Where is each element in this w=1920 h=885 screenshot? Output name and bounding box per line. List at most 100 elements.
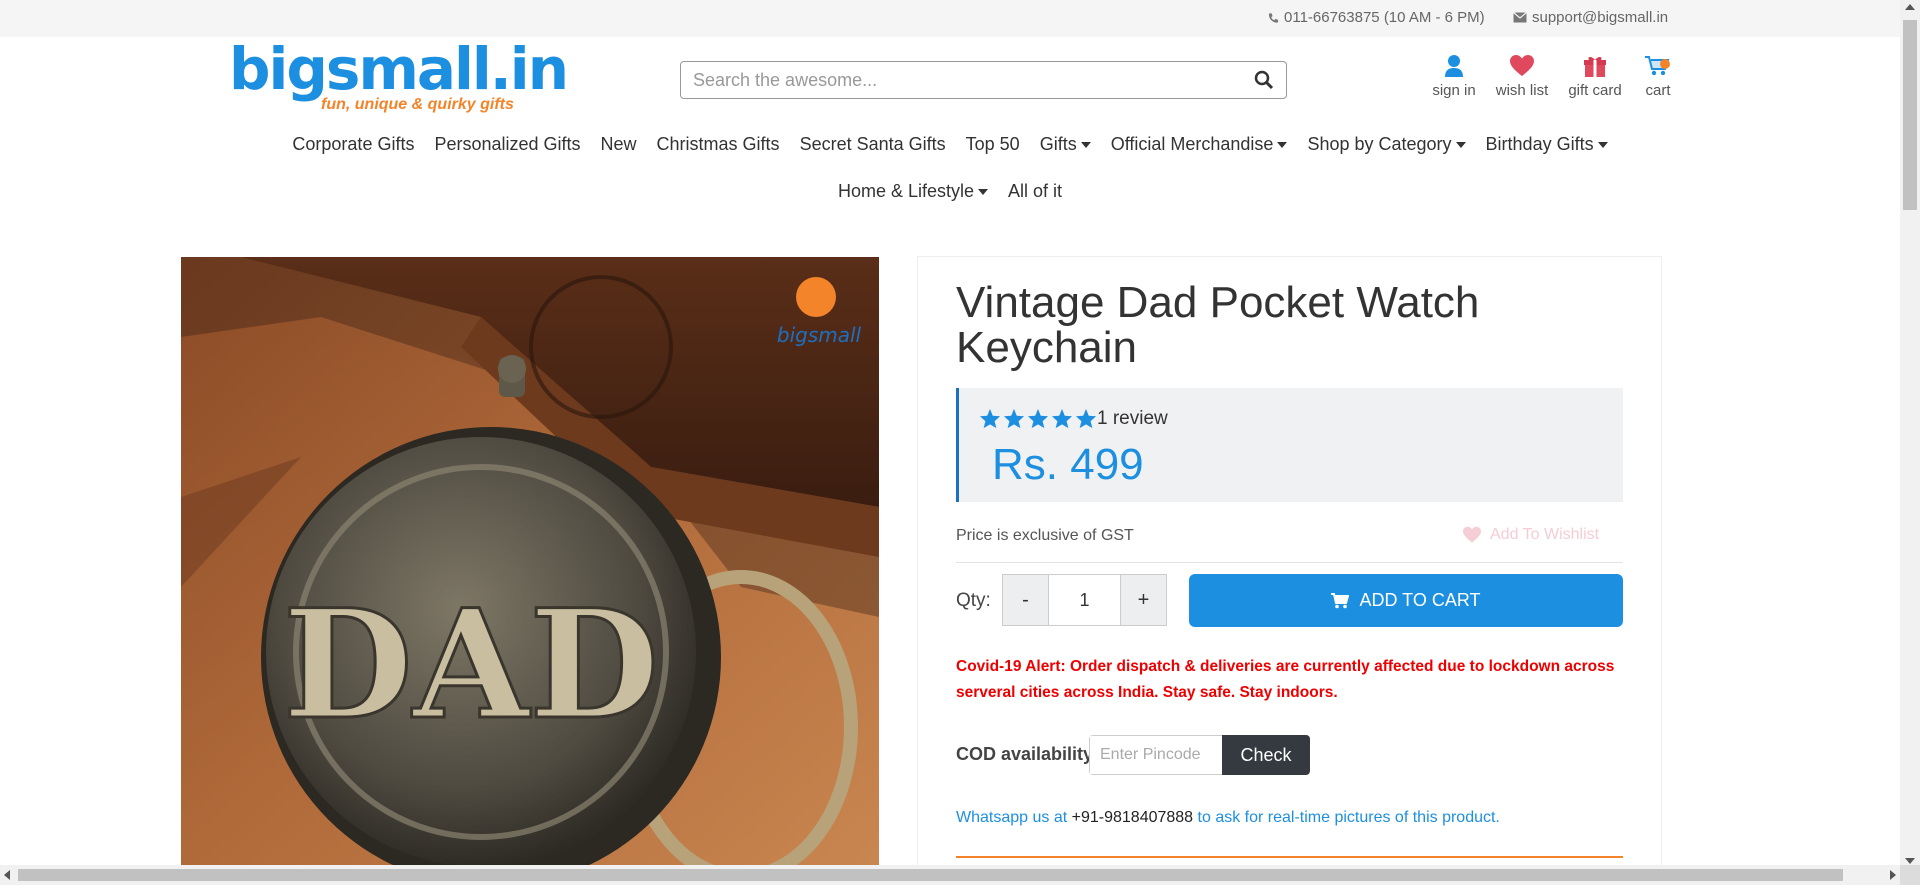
mail-icon bbox=[1513, 12, 1527, 23]
wishlist-link[interactable]: wish list bbox=[1487, 54, 1557, 99]
nav-label: All of it bbox=[1008, 181, 1063, 201]
email-contact[interactable]: support@bigsmall.in bbox=[1513, 9, 1668, 26]
nav-corporate-gifts[interactable]: Corporate Gifts bbox=[282, 134, 424, 155]
review-count-link[interactable]: 1 review bbox=[1097, 408, 1168, 430]
horizontal-scroll-thumb[interactable] bbox=[18, 869, 1843, 881]
star-icon bbox=[1003, 408, 1025, 429]
star-icon bbox=[1075, 408, 1097, 429]
vertical-scrollbar[interactable] bbox=[1900, 0, 1920, 868]
nav-all-of-it[interactable]: All of it bbox=[998, 181, 1072, 202]
nav-official-merchandise[interactable]: Official Merchandise bbox=[1101, 134, 1298, 155]
cart-icon bbox=[1331, 592, 1350, 608]
nav-label: Top 50 bbox=[965, 134, 1020, 154]
heart-icon bbox=[1463, 526, 1481, 543]
main-nav-row-2: Home & Lifestyle All of it bbox=[0, 181, 1900, 202]
horizontal-scrollbar[interactable] bbox=[0, 865, 1900, 885]
caret-down-icon bbox=[1597, 141, 1608, 148]
nav-label: Corporate Gifts bbox=[292, 134, 415, 154]
nav-label: Christmas Gifts bbox=[656, 134, 780, 154]
section-divider bbox=[956, 856, 1623, 858]
qty-input[interactable]: 1 bbox=[1048, 575, 1121, 625]
add-to-cart-label: ADD TO CART bbox=[1359, 590, 1481, 610]
add-to-cart-button[interactable]: ADD TO CART bbox=[1189, 574, 1623, 627]
nav-shop-by-category[interactable]: Shop by Category bbox=[1297, 134, 1475, 155]
nav-home-lifestyle[interactable]: Home & Lifestyle bbox=[828, 181, 998, 202]
top-bar: 011-66763875 (10 AM - 6 PM) support@bigs… bbox=[0, 0, 1900, 37]
search-box bbox=[680, 61, 1287, 99]
nav-label: Personalized Gifts bbox=[434, 134, 581, 154]
nav-label: Gifts bbox=[1039, 134, 1077, 154]
heart-icon bbox=[1510, 55, 1534, 76]
gift-icon bbox=[1584, 56, 1606, 77]
caret-down-icon bbox=[978, 188, 989, 195]
nav-gifts[interactable]: Gifts bbox=[1030, 134, 1101, 155]
vertical-scroll-thumb[interactable] bbox=[1903, 20, 1917, 210]
nav-personalized-gifts[interactable]: Personalized Gifts bbox=[424, 134, 590, 155]
sign-in-link[interactable]: sign in bbox=[1419, 54, 1489, 99]
sign-in-label: sign in bbox=[1432, 82, 1476, 99]
rating-price-box: 1 review Rs. 499 bbox=[956, 388, 1623, 502]
nav-label: Secret Santa Gifts bbox=[799, 134, 946, 154]
cart-link[interactable]: cart bbox=[1623, 54, 1693, 99]
covid-alert: Covid-19 Alert: Order dispatch & deliver… bbox=[956, 658, 1615, 701]
email-text: support@bigsmall.in bbox=[1532, 9, 1669, 26]
whatsapp-number[interactable]: +91-9818407888 bbox=[1072, 809, 1193, 826]
scrollbar-corner bbox=[1900, 865, 1920, 885]
nav-secret-santa-gifts[interactable]: Secret Santa Gifts bbox=[790, 134, 956, 155]
nav-label: Home & Lifestyle bbox=[837, 181, 975, 201]
cart-label: cart bbox=[1645, 82, 1671, 99]
rating-stars[interactable] bbox=[979, 408, 1097, 429]
qty-increment-button[interactable]: + bbox=[1121, 575, 1166, 625]
gst-note: Price is exclusive of GST bbox=[956, 527, 1134, 544]
qty-label: Qty: bbox=[956, 590, 991, 611]
star-icon bbox=[1027, 408, 1049, 429]
nav-label: Birthday Gifts bbox=[1485, 134, 1594, 154]
cod-label: COD availability bbox=[956, 744, 1094, 764]
search-input[interactable] bbox=[681, 62, 1221, 98]
image-dad-text: DAD bbox=[283, 577, 660, 753]
gift-card-label: gift card bbox=[1568, 82, 1622, 99]
user-icon bbox=[1445, 55, 1463, 77]
wishlist-label: wish list bbox=[1495, 82, 1549, 99]
scroll-up-icon[interactable] bbox=[1905, 4, 1915, 10]
phone-contact[interactable]: 011-66763875 (10 AM - 6 PM) bbox=[1268, 9, 1485, 26]
nav-new[interactable]: New bbox=[591, 134, 647, 155]
site-logo[interactable]: bigsmall.in fun, unique & quirky gifts bbox=[229, 35, 569, 120]
quantity-stepper: - 1 + bbox=[1002, 574, 1167, 626]
logo-wordmark: bigsmall.in bbox=[229, 35, 569, 103]
star-icon bbox=[1051, 408, 1073, 429]
product-image[interactable]: DAD bigsmall bbox=[181, 257, 879, 865]
search-icon[interactable] bbox=[1254, 70, 1274, 95]
whatsapp-suffix: to ask for real-time pictures of this pr… bbox=[1197, 809, 1500, 826]
star-icon bbox=[979, 408, 1001, 429]
check-pincode-button[interactable]: Check bbox=[1222, 735, 1310, 775]
scroll-left-icon[interactable] bbox=[4, 870, 10, 880]
whatsapp-prefix: Whatsapp us at bbox=[956, 809, 1068, 826]
phone-icon bbox=[1268, 12, 1279, 23]
logo-tagline: fun, unique & quirky gifts bbox=[321, 96, 514, 113]
scroll-down-icon[interactable] bbox=[1905, 858, 1915, 864]
nav-birthday-gifts[interactable]: Birthday Gifts bbox=[1476, 134, 1618, 155]
caret-down-icon bbox=[1455, 141, 1466, 148]
scroll-right-icon[interactable] bbox=[1890, 870, 1896, 880]
gift-card-link[interactable]: gift card bbox=[1560, 54, 1630, 99]
cart-icon bbox=[1645, 56, 1670, 76]
product-price: Rs. 499 bbox=[992, 440, 1144, 489]
whatsapp-note: Whatsapp us at +91-9818407888 to ask for… bbox=[956, 809, 1500, 827]
pincode-field bbox=[1089, 735, 1223, 775]
nav-label: New bbox=[600, 134, 637, 154]
wishlist-button-label: Add To Wishlist bbox=[1490, 526, 1600, 543]
caret-down-icon bbox=[1080, 141, 1091, 148]
nav-label: Shop by Category bbox=[1307, 134, 1452, 154]
pincode-input[interactable] bbox=[1090, 736, 1220, 774]
add-to-wishlist-button[interactable]: Add To Wishlist bbox=[1462, 526, 1599, 544]
qty-decrement-button[interactable]: - bbox=[1003, 575, 1048, 625]
main-nav-row-1: Corporate Gifts Personalized Gifts New C… bbox=[0, 134, 1900, 155]
nav-label: Official Merchandise bbox=[1110, 134, 1274, 154]
nav-top-50[interactable]: Top 50 bbox=[956, 134, 1030, 155]
nav-christmas-gifts[interactable]: Christmas Gifts bbox=[647, 134, 790, 155]
phone-text: 011-66763875 (10 AM - 6 PM) bbox=[1284, 9, 1485, 26]
watermark-text: bigsmall bbox=[777, 323, 862, 347]
caret-down-icon bbox=[1277, 141, 1288, 148]
product-title: Vintage Dad Pocket Watch Keychain bbox=[956, 278, 1480, 372]
